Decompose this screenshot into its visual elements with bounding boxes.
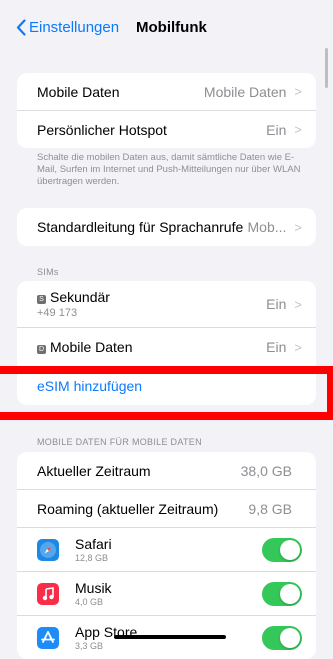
default-voice-line-row[interactable]: Standardleitung für Sprachanrufe Mob... …: [17, 208, 316, 246]
app-store-icon: [37, 626, 59, 649]
app-name: Musik: [75, 580, 112, 596]
add-esim-label: eSIM hinzufügen: [37, 378, 143, 394]
sim-badge-icon: S: [37, 295, 46, 304]
row-label: S Sekundär +49 173: [37, 289, 266, 319]
app-info: Musik 4,0 GB: [75, 580, 262, 607]
row-value: Ein: [266, 339, 287, 355]
safari-icon: [37, 538, 59, 561]
row-label: Standardleitung für Sprachanrufe: [37, 219, 244, 235]
app-row-safari: Safari 12,8 GB: [17, 527, 316, 571]
back-label: Einstellungen: [29, 19, 120, 36]
row-value: 9,8 GB: [248, 500, 292, 517]
chevron-right-icon: >: [294, 84, 302, 99]
app-info: Safari 12,8 GB: [75, 536, 262, 563]
row-label: Mobile Daten: [37, 83, 120, 100]
sim-name: Sekundär: [50, 289, 110, 305]
sims-section-header: SIMs: [37, 267, 59, 277]
add-esim-button[interactable]: eSIM hinzufügen: [17, 366, 316, 405]
voice-line-group: Standardleitung für Sprachanrufe Mob... …: [17, 208, 316, 246]
sim-name: Mobile Daten: [50, 339, 133, 355]
chevron-right-icon: >: [294, 339, 302, 355]
row-value: Ein: [266, 121, 287, 138]
chevron-right-icon: >: [294, 219, 302, 235]
chevron-right-icon: >: [294, 296, 302, 312]
row-label: Roaming (aktueller Zeitraum): [37, 500, 219, 517]
row-value: Ein: [266, 296, 287, 312]
back-button[interactable]: Einstellungen: [16, 19, 119, 36]
home-indicator[interactable]: [114, 635, 226, 639]
row-value: 38,0 GB: [240, 462, 292, 479]
app-row-musik: Musik 4,0 GB: [17, 571, 316, 615]
app-size: 3,3 GB: [75, 641, 104, 651]
row-label: D Mobile Daten: [37, 339, 266, 355]
usage-group: Aktueller Zeitraum 38,0 GB Roaming (aktu…: [17, 452, 316, 659]
musik-toggle[interactable]: [262, 581, 302, 606]
safari-toggle[interactable]: [262, 537, 302, 562]
chevron-left-icon: [16, 19, 26, 36]
hotspot-row[interactable]: Persönlicher Hotspot Ein >: [17, 110, 316, 148]
row-label: Aktueller Zeitraum: [37, 462, 151, 479]
page-title: Mobilfunk: [136, 19, 207, 36]
sims-group: S Sekundär +49 173 Ein > D Mobile Daten Ei…: [17, 281, 316, 405]
mobile-data-row[interactable]: Mobile Daten Mobile Daten >: [17, 73, 316, 110]
sim-badge-icon: D: [37, 345, 46, 354]
row-value: Mobile Daten: [203, 83, 287, 100]
navigation-bar: Einstellungen Mobilfunk: [0, 0, 333, 52]
chevron-right-icon: >: [294, 122, 302, 137]
sim-mobile-data-row[interactable]: D Mobile Daten Ein >: [17, 327, 316, 366]
scroll-indicator[interactable]: [325, 48, 328, 88]
sim-number: +49 173: [37, 307, 78, 319]
app-name: Safari: [75, 536, 112, 552]
music-icon: [37, 582, 59, 605]
row-label: Persönlicher Hotspot: [37, 121, 167, 138]
roaming-row: Roaming (aktueller Zeitraum) 9,8 GB: [17, 489, 316, 527]
row-value: Mob...: [247, 219, 287, 235]
usage-section-header: MOBILE DATEN FÜR MOBILE DATEN: [37, 437, 202, 447]
sim-secondary-row[interactable]: S Sekundär +49 173 Ein >: [17, 281, 316, 327]
current-period-row: Aktueller Zeitraum 38,0 GB: [17, 452, 316, 489]
app-size: 12,8 GB: [75, 553, 109, 563]
mobile-data-group: Mobile Daten Mobile Daten > Persönlicher…: [17, 73, 316, 148]
app-size: 4,0 GB: [75, 597, 104, 607]
mobile-data-footnote: Schalte die mobilen Daten aus, damit säm…: [37, 152, 301, 187]
